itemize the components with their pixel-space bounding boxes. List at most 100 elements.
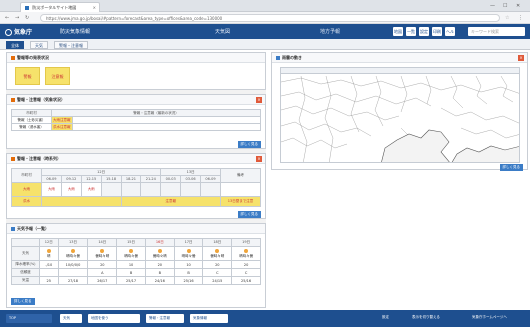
alert-icon — [11, 56, 15, 60]
day-header: 12日 — [39, 238, 59, 247]
warning-box[interactable]: 警報 — [15, 67, 40, 85]
panel-header: 雨雲の動き — [272, 53, 527, 63]
bottom-button[interactable]: 天気 — [60, 314, 82, 323]
close-icon[interactable]: × — [256, 156, 262, 162]
left-column: 警報等の発表状況 警報 注意報 警報・注意報（気象状況） × 市町村 警報・注意… — [6, 52, 266, 308]
maximize-button[interactable]: ☐ — [503, 3, 507, 9]
minimize-button[interactable]: — — [490, 3, 495, 9]
table-cell: 20 — [144, 260, 175, 269]
sun-icon — [244, 248, 249, 253]
table-row: 大雨 大雨 大雨 大雨 — [11, 182, 261, 197]
bottom-button[interactable]: 警報・注意報 — [146, 314, 184, 323]
more-link[interactable]: 詳しく見る — [237, 141, 261, 148]
favicon-icon — [25, 6, 29, 10]
tab-warnings[interactable]: 警報・注意報 — [54, 41, 88, 49]
map-panel: 雨雲の動き × 詳しく見る — [271, 52, 528, 171]
table-cell: B — [144, 268, 175, 277]
weather-text: 曇時々晴 — [95, 253, 110, 258]
day-header: 19日 — [231, 238, 261, 247]
close-window-button[interactable]: ✕ — [516, 3, 520, 9]
table-cell: 25/16 — [173, 276, 204, 285]
site-name: 防災気象情報 — [60, 29, 91, 35]
date-header: 13日 — [160, 168, 221, 176]
time-header: 06-09 — [41, 175, 62, 183]
browser-tab-bar: 防災ポータルサイト地図 × — ☐ ✕ — [0, 0, 530, 12]
header-button[interactable]: 印刷 — [432, 27, 442, 36]
tab-all[interactable]: 全体 — [6, 41, 24, 49]
url-field[interactable]: https://www.jma.go.jp/bosai/#pattern=for… — [40, 14, 500, 22]
jma-home-link[interactable]: 気象庁ホームページへ — [472, 315, 507, 320]
more-link[interactable]: 詳しく見る — [499, 164, 523, 171]
table-cell — [120, 182, 142, 197]
table-cell — [200, 182, 221, 197]
header-menu-item[interactable]: 地方予報 — [320, 28, 340, 35]
header-button[interactable]: ヘルプ — [445, 27, 455, 43]
sun-icon — [70, 248, 75, 253]
table-cell: 20 — [202, 260, 233, 269]
map-svg — [281, 75, 519, 162]
table-cell: 25/16 — [231, 276, 261, 285]
more-link[interactable]: 詳しく見る — [237, 211, 261, 218]
table-cell — [39, 268, 59, 277]
sun-icon — [100, 248, 105, 253]
warnings-panel: 警報等の発表状況 警報 注意報 — [6, 52, 266, 90]
reload-icon[interactable]: ↻ — [25, 15, 29, 21]
table-cell: -/10 — [39, 260, 59, 269]
tab-close-icon[interactable]: × — [93, 5, 96, 10]
note-header: 備考 — [220, 168, 261, 183]
bottom-button[interactable]: TOP — [6, 314, 52, 323]
map-view[interactable] — [280, 67, 520, 163]
browser-tab[interactable]: 防災ポータルサイト地図 × — [20, 2, 100, 12]
more-link[interactable]: 詳しく見る — [11, 298, 35, 305]
header-button[interactable]: 一覧 — [406, 27, 416, 36]
row-label: 天気 — [11, 246, 40, 261]
forecast-table: 12日 13日 14日 15日 16日 17日 18日 19日 天気 晴 晴時々… — [11, 238, 261, 285]
table-cell — [140, 182, 162, 197]
day-header: 15日 — [116, 238, 146, 247]
time-header: 12-15 — [80, 175, 102, 183]
settings-link[interactable]: 設定 — [382, 315, 389, 320]
sun-icon — [186, 248, 191, 253]
table-cell: 大雨 — [80, 182, 102, 197]
browser-menu-icon[interactable]: ⋮ — [518, 15, 523, 21]
advisory-box[interactable]: 注意報 — [45, 67, 70, 85]
bottom-button[interactable]: 地図を使う — [88, 314, 140, 323]
forecast-panel: 天気予報（一覧） 12日 13日 14日 15日 16日 17日 18日 19日… — [6, 223, 266, 308]
site-header: 気象庁 防災気象情報 天気図 地方予報 地図 一覧 設定 印刷 ヘルプ キーワー… — [0, 24, 530, 43]
table-row: 降水確率(%) -/10 10/0/0/0 20 10 20 10 20 20 — [11, 260, 261, 269]
logo[interactable]: 気象庁 — [5, 27, 32, 36]
search-input[interactable]: キーワード検索 — [468, 27, 525, 36]
close-icon[interactable]: × — [256, 97, 262, 103]
table-row: 警報（土砂災害） 大雨注意報 — [11, 116, 261, 124]
switch-view-link[interactable]: 表示を切り替える — [412, 315, 440, 320]
time-header: 15-18 — [100, 175, 122, 183]
close-icon[interactable]: × — [518, 55, 524, 61]
header-button[interactable]: 地図 — [393, 27, 403, 36]
sun-icon — [157, 248, 162, 253]
weather-cell: 曇時々晴 — [202, 246, 233, 261]
time-header: 03-06 — [180, 175, 201, 183]
row-label: 大雨 — [11, 182, 42, 197]
table-cell — [180, 182, 201, 197]
table-row: 警報（浸水害） 洪水注意報 — [11, 123, 261, 131]
table-cell — [41, 196, 122, 207]
header-button[interactable]: 設定 — [419, 27, 429, 36]
header-menu-item[interactable]: 天気図 — [215, 28, 230, 35]
back-icon[interactable]: ← — [5, 15, 9, 21]
day-header: 13日 — [57, 238, 89, 247]
table-row: 天気 晴 晴時々曇 曇時々晴 晴時々曇 曇時々晴 晴時々曇 曇時々晴 晴時々曇 — [11, 246, 261, 261]
tab-weather[interactable]: 天気 — [30, 41, 48, 49]
panel-header: 警報等の発表状況 — [7, 53, 265, 63]
weather-text: 晴時々曇 — [181, 253, 196, 258]
panel-header: 警報・注意報（時系列） — [7, 154, 265, 164]
forward-icon[interactable]: → — [15, 15, 19, 21]
bookmark-icon[interactable]: ☆ — [505, 15, 509, 21]
bottom-button[interactable]: 気象情報 — [190, 314, 228, 323]
table-cell: 洪水注意報 — [51, 123, 73, 131]
table-cell: 注意報 — [120, 196, 221, 207]
weather-text: 晴時々曇 — [239, 253, 254, 258]
weather-cell: 晴時々曇 — [231, 246, 261, 261]
table-cell: 24/15 — [202, 276, 233, 285]
day-header: 17日 — [173, 238, 204, 247]
map-toolbar — [281, 68, 519, 74]
